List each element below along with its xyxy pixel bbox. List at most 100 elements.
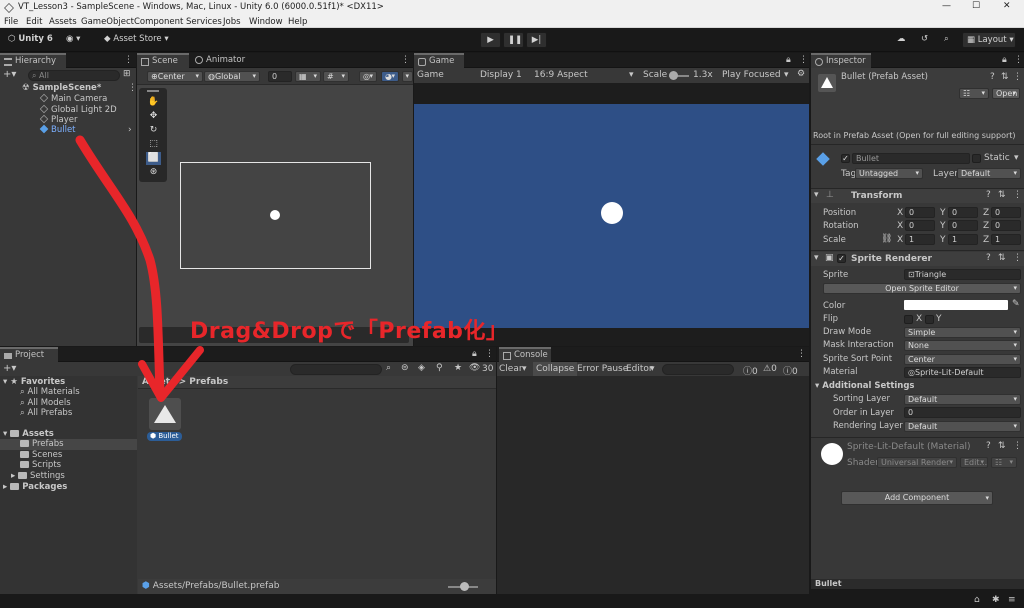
sprite-renderer-header[interactable]: ▾ ▣ ✓ Sprite Renderer ? ⇅ ⋮	[811, 252, 1024, 266]
rotate-tool-icon[interactable]: ↻	[146, 124, 161, 137]
hierarchy-item-bullet[interactable]: Bullet	[39, 124, 76, 136]
tab-hierarchy[interactable]: Hierarchy	[0, 53, 66, 68]
lighting-toggle[interactable]	[402, 71, 413, 82]
packages-foldout[interactable]: ▸ Packages	[3, 482, 67, 493]
filter-log-icon[interactable]: ⚲	[436, 363, 443, 373]
sorting-layer-dropdown[interactable]: Default	[904, 394, 1021, 405]
hierarchy-item-main-camera[interactable]: Main Camera	[39, 93, 107, 105]
snap-increment-input[interactable]: 0	[268, 71, 292, 82]
chevron-right-icon[interactable]: ›	[128, 125, 132, 135]
gear-icon[interactable]: ⚙	[797, 69, 805, 79]
tab-game[interactable]: Game	[414, 53, 464, 68]
favorite-all-materials[interactable]: ⌕ All Materials	[20, 387, 80, 398]
position-z-field[interactable]: 0	[991, 207, 1021, 218]
clear-dropdown-icon[interactable]: ▾	[522, 364, 527, 374]
eyedropper-icon[interactable]: ✎	[1012, 299, 1020, 309]
menu-jobs[interactable]: Jobs	[223, 17, 241, 27]
foldout-icon[interactable]: ▾	[814, 190, 819, 200]
warning-count[interactable]: ⚠0	[763, 364, 777, 374]
hand-tool-icon[interactable]: ✋	[146, 96, 161, 109]
menu-file[interactable]: File	[4, 17, 18, 27]
error-pause-toggle[interactable]: Error Pause	[577, 364, 628, 374]
network-icon[interactable]: ⌂	[974, 595, 980, 605]
scene-menu-icon[interactable]: ⋮	[128, 83, 137, 93]
additional-settings-foldout[interactable]: ▾ Additional Settings	[815, 381, 915, 392]
more-icon[interactable]: ⋮	[1014, 55, 1023, 65]
sprite-field[interactable]: ⊡Triangle	[904, 269, 1021, 280]
play-button[interactable]: ▶	[480, 32, 501, 48]
tab-project[interactable]: Project	[0, 347, 58, 362]
add-component-button[interactable]: Add Component	[841, 491, 993, 505]
aspect-dropdown[interactable]: 16:9 Aspect	[534, 70, 588, 80]
cloud-icon[interactable]: ☁	[893, 32, 910, 48]
more-icon[interactable]: ⋮	[1013, 190, 1022, 200]
scale-tool-icon[interactable]: ⬚	[146, 138, 161, 151]
lock-icon[interactable]: 🔒︎	[472, 349, 477, 359]
preset-icon[interactable]: ⇅	[998, 441, 1006, 451]
color-swatch[interactable]	[904, 300, 1008, 310]
link-scale-icon[interactable]: ⛓	[881, 234, 892, 244]
rendering-layer-dropdown[interactable]: Default	[904, 421, 1021, 432]
info-count[interactable]: ⓘ0	[743, 364, 758, 377]
more-icon[interactable]: ⋮	[485, 349, 494, 359]
sort-point-dropdown[interactable]: Center	[904, 354, 1021, 365]
rect-tool-icon[interactable]: ⬜	[146, 152, 161, 165]
cloud-account-button[interactable]: ◉ ▾	[62, 32, 84, 48]
position-x-field[interactable]: 0	[905, 207, 935, 218]
more-icon[interactable]: ⋮	[401, 55, 410, 65]
game-mode-dropdown[interactable]: Game	[417, 70, 444, 80]
layout-dropdown[interactable]: ▦ Layout ▾	[962, 32, 1016, 48]
more-icon[interactable]: ⋮	[799, 55, 808, 65]
collapse-toggle[interactable]: Collapse	[533, 362, 578, 376]
help-icon[interactable]: ?	[986, 253, 991, 263]
hidden-packages-icon[interactable]: 👁︎	[469, 363, 480, 373]
more-icon[interactable]: ⋮	[124, 55, 133, 65]
error-count[interactable]: ⓘ0	[783, 364, 798, 377]
sprite-renderer-enabled-checkbox[interactable]: ✓	[837, 254, 846, 263]
scale-z-field[interactable]: 1	[991, 234, 1021, 245]
menu-gameobject[interactable]: GameObject	[81, 17, 134, 27]
static-checkbox[interactable]	[972, 154, 981, 163]
filter-label-icon[interactable]: ◈	[418, 363, 425, 373]
tab-inspector[interactable]: Inspector	[811, 53, 871, 68]
object-name-field[interactable]: Bullet	[852, 153, 970, 164]
folder-scripts[interactable]: Scripts	[20, 460, 61, 471]
grid-visibility-dropdown[interactable]: #	[323, 71, 349, 82]
scene-2d-toggle[interactable]: ◕	[381, 71, 399, 82]
close-button[interactable]: ✕	[1003, 1, 1011, 11]
step-button[interactable]: ▶|	[526, 32, 547, 48]
position-y-field[interactable]: 0	[948, 207, 978, 218]
icon-size-slider-thumb[interactable]	[460, 582, 469, 591]
asset-label-dropdown[interactable]: ☷	[959, 88, 989, 99]
more-icon[interactable]: ⋮	[1013, 441, 1022, 451]
move-tool-icon[interactable]: ✥	[146, 110, 161, 123]
layer-dropdown[interactable]: Default	[957, 168, 1021, 179]
folder-settings[interactable]: ▸ Settings	[11, 471, 65, 482]
lock-icon[interactable]: 🔒︎	[786, 55, 791, 65]
unity-account-button[interactable]: ⬡ Unity 6	[4, 32, 57, 48]
preset-icon[interactable]: ⇅	[998, 190, 1006, 200]
scale-slider-thumb[interactable]	[669, 71, 678, 80]
material-field[interactable]: ◎Sprite-Lit-Default	[904, 367, 1021, 378]
shader-dropdown[interactable]: Universal Render	[877, 457, 957, 468]
breadcrumb-path[interactable]: Assets > Prefabs	[142, 377, 228, 387]
asset-store-button[interactable]: ◆ Asset Store ▾	[100, 32, 173, 48]
menu-help[interactable]: Help	[288, 17, 307, 27]
transform-tool-icon[interactable]: ⊛	[146, 166, 161, 179]
editor-chevron-icon[interactable]: ▾	[650, 364, 655, 374]
play-mode-dropdown[interactable]: Play Focused	[722, 70, 781, 80]
help-icon[interactable]: ?	[986, 190, 991, 200]
tab-animator[interactable]: Animator	[191, 53, 253, 68]
bullet-sprite-scene[interactable]	[270, 210, 280, 220]
tab-console[interactable]: Console	[499, 347, 551, 362]
shader-options-dropdown[interactable]: ☷	[991, 457, 1017, 468]
console-search-input[interactable]	[662, 364, 734, 375]
draw-mode-dropdown[interactable]: Simple	[904, 327, 1021, 338]
space-dropdown[interactable]: ◍Global	[204, 71, 260, 82]
lock-icon[interactable]: 🔒︎	[1002, 55, 1007, 65]
menu-component[interactable]: Component	[134, 17, 183, 27]
filter-icon[interactable]: ⊞	[123, 69, 131, 79]
create-button[interactable]: +▾	[3, 363, 16, 374]
display-dropdown[interactable]: Display 1	[480, 70, 522, 80]
help-icon[interactable]: ?	[990, 72, 995, 82]
